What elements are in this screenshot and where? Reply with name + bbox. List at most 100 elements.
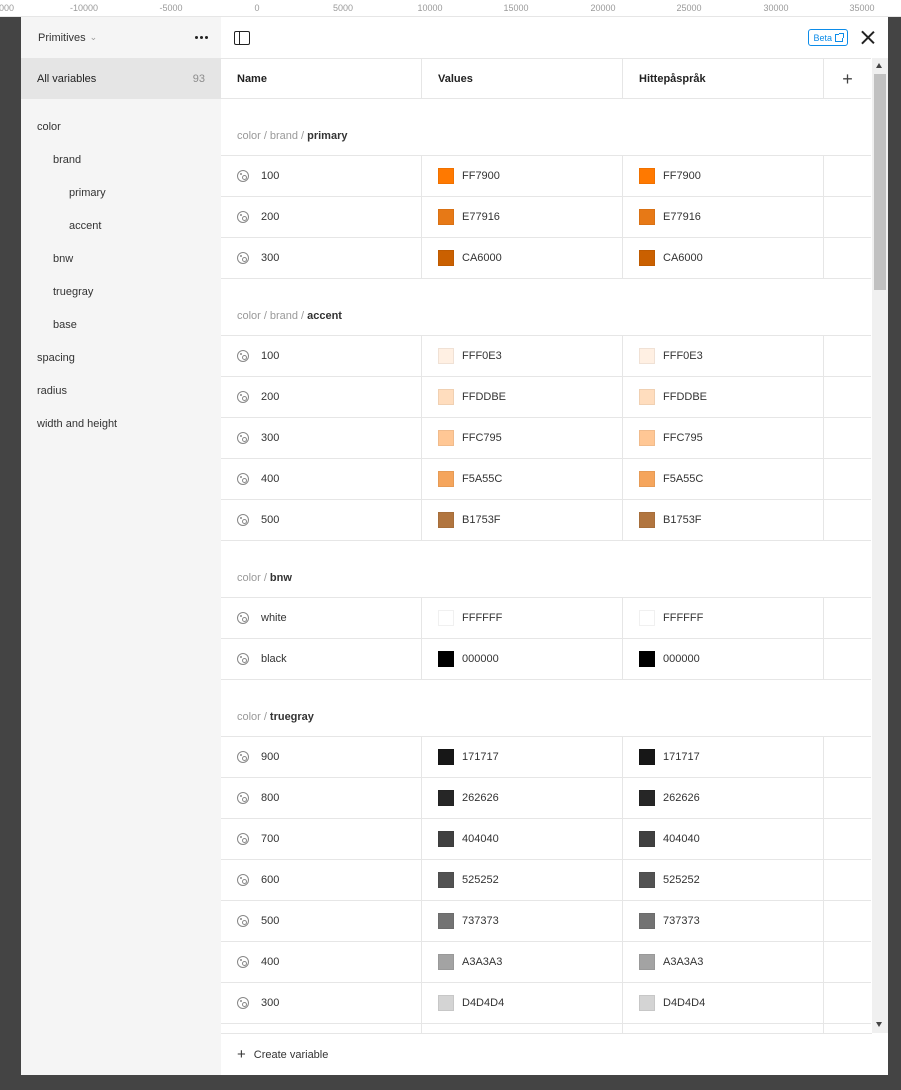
sidebar-group-item[interactable]: base (21, 308, 221, 341)
color-swatch[interactable] (438, 954, 454, 970)
color-swatch[interactable] (438, 471, 454, 487)
color-swatch[interactable] (438, 995, 454, 1011)
variable-value-cell[interactable]: 000000 (422, 639, 623, 679)
color-swatch[interactable] (438, 872, 454, 888)
variable-name-cell[interactable]: 100 (221, 336, 422, 376)
sidebar-group-item[interactable]: truegray (21, 275, 221, 308)
variable-value-cell[interactable]: FFC795 (623, 418, 824, 458)
variable-value-cell[interactable]: D4D4D4 (623, 983, 824, 1023)
table-row[interactable]: 400 F5A55C F5A55C (221, 459, 871, 500)
variable-name-cell[interactable]: 800 (221, 778, 422, 818)
variable-name-cell[interactable]: 200 (221, 197, 422, 237)
variable-value-cell[interactable]: 525252 (623, 860, 824, 900)
color-swatch[interactable] (639, 512, 655, 528)
column-header-name[interactable]: Name (221, 59, 422, 98)
variable-value-cell[interactable]: 262626 (623, 778, 824, 818)
variable-value-cell[interactable] (623, 1024, 824, 1033)
table-row[interactable]: 700 404040 404040 (221, 819, 871, 860)
variable-name-cell[interactable]: 400 (221, 942, 422, 982)
variable-value-cell[interactable] (422, 1024, 623, 1033)
table-row[interactable]: 100 FFF0E3 FFF0E3 (221, 336, 871, 377)
color-swatch[interactable] (639, 651, 655, 667)
add-mode-button[interactable]: + (824, 59, 871, 98)
variable-value-cell[interactable]: 404040 (623, 819, 824, 859)
variable-value-cell[interactable]: 525252 (422, 860, 623, 900)
variable-name-cell[interactable]: 200 (221, 377, 422, 417)
color-swatch[interactable] (639, 954, 655, 970)
table-row[interactable]: 100 FF7900 FF7900 (221, 156, 871, 197)
variable-value-cell[interactable]: FFFFFF (623, 598, 824, 638)
column-header-mode[interactable]: Hittepåspråk (623, 59, 824, 98)
variable-name-cell[interactable]: 300 (221, 983, 422, 1023)
variable-value-cell[interactable]: 171717 (623, 737, 824, 777)
color-swatch[interactable] (438, 610, 454, 626)
variable-value-cell[interactable]: D4D4D4 (422, 983, 623, 1023)
color-swatch[interactable] (639, 790, 655, 806)
color-swatch[interactable] (438, 913, 454, 929)
variable-value-cell[interactable]: 262626 (422, 778, 623, 818)
color-swatch[interactable] (438, 348, 454, 364)
create-variable-button[interactable]: + Create variable (221, 1033, 872, 1075)
color-swatch[interactable] (639, 389, 655, 405)
color-swatch[interactable] (639, 749, 655, 765)
color-swatch[interactable] (639, 872, 655, 888)
variable-name-cell[interactable]: white (221, 598, 422, 638)
color-swatch[interactable] (438, 790, 454, 806)
color-swatch[interactable] (438, 749, 454, 765)
column-header-values[interactable]: Values (422, 59, 623, 98)
variable-name-cell[interactable] (221, 1024, 422, 1033)
beta-badge[interactable]: Beta (808, 29, 848, 46)
color-swatch[interactable] (639, 995, 655, 1011)
table-row[interactable]: 200 E77916 E77916 (221, 197, 871, 238)
scroll-up-icon[interactable] (876, 63, 882, 68)
toggle-sidebar-icon[interactable] (234, 30, 250, 45)
table-row[interactable]: 400 A3A3A3 A3A3A3 (221, 942, 871, 983)
chevron-down-icon[interactable]: ⌄ (90, 32, 98, 43)
variable-name-cell[interactable]: black (221, 639, 422, 679)
variable-value-cell[interactable]: A3A3A3 (623, 942, 824, 982)
variable-name-cell[interactable]: 100 (221, 156, 422, 196)
color-swatch[interactable] (438, 389, 454, 405)
color-swatch[interactable] (639, 913, 655, 929)
close-icon[interactable] (860, 30, 876, 46)
variable-value-cell[interactable]: 737373 (422, 901, 623, 941)
variable-value-cell[interactable]: FFFFFF (422, 598, 623, 638)
sidebar-group-item[interactable]: width and height (21, 407, 221, 440)
variable-value-cell[interactable]: 404040 (422, 819, 623, 859)
color-swatch[interactable] (438, 512, 454, 528)
table-row[interactable]: 600 525252 525252 (221, 860, 871, 901)
sidebar-group-item[interactable]: primary (21, 176, 221, 209)
variable-value-cell[interactable]: E77916 (422, 197, 623, 237)
variable-value-cell[interactable]: F5A55C (422, 459, 623, 499)
table-row[interactable] (221, 1024, 871, 1033)
sidebar-group-item[interactable]: bnw (21, 242, 221, 275)
scroll-down-icon[interactable] (876, 1022, 882, 1027)
variable-value-cell[interactable]: B1753F (623, 500, 824, 540)
scrollbar-thumb[interactable] (874, 74, 886, 290)
variable-value-cell[interactable]: 000000 (623, 639, 824, 679)
color-swatch[interactable] (438, 430, 454, 446)
color-swatch[interactable] (639, 348, 655, 364)
variable-name-cell[interactable]: 500 (221, 901, 422, 941)
color-swatch[interactable] (438, 651, 454, 667)
variable-name-cell[interactable]: 900 (221, 737, 422, 777)
variable-value-cell[interactable]: FFF0E3 (422, 336, 623, 376)
variable-name-cell[interactable]: 700 (221, 819, 422, 859)
sidebar-group-item[interactable]: brand (21, 143, 221, 176)
variable-name-cell[interactable]: 300 (221, 418, 422, 458)
variable-value-cell[interactable]: A3A3A3 (422, 942, 623, 982)
color-swatch[interactable] (639, 168, 655, 184)
color-swatch[interactable] (639, 209, 655, 225)
table-row[interactable]: 800 262626 262626 (221, 778, 871, 819)
variable-value-cell[interactable]: FFDDBE (422, 377, 623, 417)
collection-dropdown[interactable]: Primitives (38, 32, 86, 44)
color-swatch[interactable] (639, 250, 655, 266)
table-row[interactable]: 500 B1753F B1753F (221, 500, 871, 541)
variable-name-cell[interactable]: 400 (221, 459, 422, 499)
sidebar-group-item[interactable]: radius (21, 374, 221, 407)
table-row[interactable]: 300 FFC795 FFC795 (221, 418, 871, 459)
table-row[interactable]: 200 FFDDBE FFDDBE (221, 377, 871, 418)
sidebar-group-item[interactable]: spacing (21, 341, 221, 374)
color-swatch[interactable] (639, 831, 655, 847)
color-swatch[interactable] (639, 471, 655, 487)
